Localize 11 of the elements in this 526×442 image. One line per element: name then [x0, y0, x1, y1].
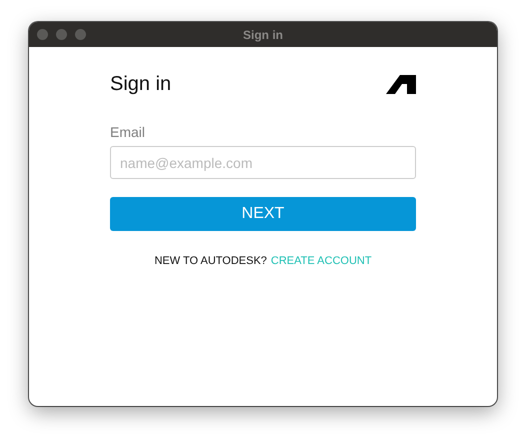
window-title: Sign in: [243, 28, 283, 42]
signup-prompt: NEW TO AUTODESK?: [154, 255, 267, 267]
create-account-link[interactable]: CREATE ACCOUNT: [270, 255, 372, 267]
minimize-button[interactable]: [56, 29, 67, 40]
next-button[interactable]: NEXT: [110, 197, 416, 231]
email-label: Email: [110, 124, 146, 140]
email-field[interactable]: name@example.com: [110, 146, 416, 179]
close-button[interactable]: [37, 29, 48, 40]
logo-icon: [386, 74, 416, 94]
zoom-button[interactable]: [75, 29, 86, 40]
page-heading: Sign in: [110, 72, 172, 96]
